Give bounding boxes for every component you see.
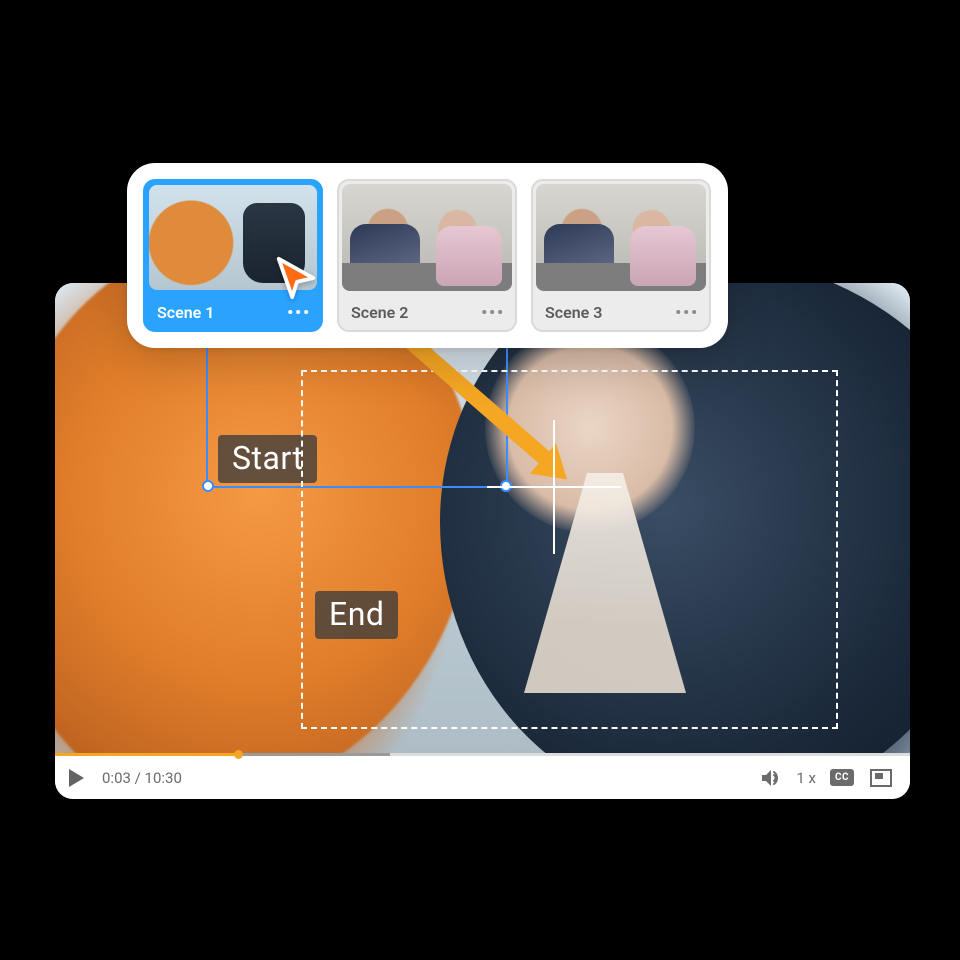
scene-label: Scene 3 — [545, 303, 602, 322]
scene-card-2[interactable]: Scene 2 ••• — [337, 179, 517, 332]
end-label: End — [315, 591, 398, 639]
scene-thumbnail-3 — [533, 181, 709, 294]
scene-more-button[interactable]: ••• — [287, 303, 311, 322]
playback-speed-button[interactable]: 1 x — [796, 769, 816, 787]
time-display: 0:03 / 10:30 — [102, 769, 182, 787]
scene-more-button[interactable]: ••• — [675, 303, 699, 322]
pan-zoom-end-region[interactable] — [301, 370, 838, 729]
volume-icon — [760, 768, 782, 788]
play-button[interactable] — [69, 769, 84, 787]
scene-thumbnail-2 — [339, 181, 515, 294]
scene-card-1[interactable]: Scene 1 ••• — [143, 179, 323, 332]
play-icon — [69, 769, 84, 787]
scene-card-3[interactable]: Scene 3 ••• — [531, 179, 711, 332]
scene-label: Scene 1 — [157, 303, 214, 322]
canvas: Start End 0:03 / 10:30 — [0, 0, 960, 960]
fullscreen-button[interactable] — [870, 769, 892, 787]
resize-handle-bottom-left[interactable] — [202, 480, 214, 492]
scene-label: Scene 2 — [351, 303, 408, 322]
crosshair-vertical — [553, 420, 555, 554]
volume-button[interactable] — [760, 768, 782, 788]
scene-picker-panel: Scene 1 ••• Scene 2 ••• Scene — [127, 163, 728, 348]
scene-thumbnail-1 — [145, 181, 321, 294]
closed-captions-button[interactable]: CC — [830, 769, 854, 786]
scene-more-button[interactable]: ••• — [481, 303, 505, 322]
video-player: Start End 0:03 / 10:30 — [55, 283, 910, 799]
video-frame[interactable]: Start End — [55, 283, 910, 756]
player-controls: 0:03 / 10:30 1 x CC — [55, 753, 910, 799]
